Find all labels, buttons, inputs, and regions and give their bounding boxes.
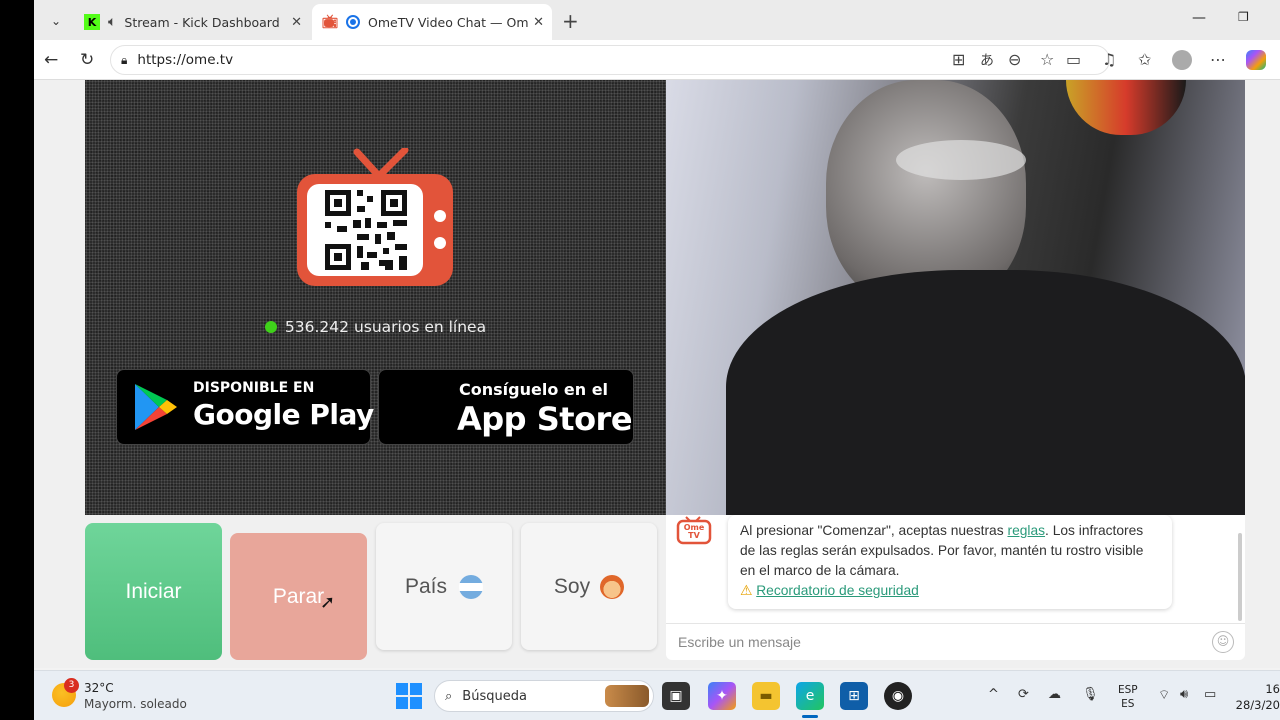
battery-icon[interactable]: ▭ <box>1204 687 1216 702</box>
search-highlight-image <box>605 685 649 707</box>
search-icon: ⌕ <box>445 688 453 704</box>
clock[interactable]: 16 28/3/20 <box>1234 681 1280 713</box>
windows-start-icon[interactable] <box>396 683 422 709</box>
tab-kick-dashboard[interactable]: K 🔈︎ Stream - Kick Dashboard ✕ <box>74 4 310 40</box>
cloud-icon[interactable]: ☁ <box>1048 687 1061 702</box>
search-placeholder: Búsqueda <box>462 688 527 704</box>
gender-label: Soy <box>553 574 591 598</box>
mouse-cursor-icon: ➚ <box>320 592 336 613</box>
refresh-icon[interactable]: ↻ <box>80 50 94 70</box>
copilot-icon[interactable] <box>1246 50 1266 70</box>
task-view-icon[interactable]: ▣ <box>662 682 690 710</box>
message-placeholder: Escribe un mensaje <box>678 634 801 650</box>
new-tab-icon[interactable]: + <box>562 9 579 33</box>
restore-icon[interactable]: ❐ <box>1238 10 1249 24</box>
start-button[interactable]: Iniciar <box>85 523 222 660</box>
translate-icon[interactable]: あ <box>980 50 994 70</box>
google-play-button[interactable]: DISPONIBLE EN Google Play <box>116 369 374 445</box>
taskbar-search[interactable]: ⌕ Búsqueda <box>434 680 654 712</box>
google-play-icon <box>135 384 177 430</box>
warning-icon: ⚠ <box>740 583 753 598</box>
copilot-taskbar-icon[interactable]: ✦ <box>708 682 736 710</box>
active-app-indicator <box>802 715 818 718</box>
apps-icon[interactable]: ⊞ <box>952 50 965 69</box>
lock-icon: 🔒︎ <box>121 52 128 67</box>
microphone-icon[interactable]: 🎙︎ <box>1082 687 1099 702</box>
windows-taskbar: 3 32°C Mayorm. soleado ⌕ Búsqueda ▣ ✦ ▬ … <box>34 670 1280 720</box>
close-tab-icon[interactable]: ✕ <box>533 15 544 30</box>
stop-button[interactable]: Parar <box>230 533 367 660</box>
tab-title: OmeTV Video Chat — Omegl <box>368 14 528 30</box>
online-users-counter: 536.242 usuarios en línea <box>85 318 666 336</box>
country-label: País <box>404 574 448 598</box>
local-video-pane: 536.242 usuarios en línea DISPONIBLE EN … <box>85 80 666 515</box>
google-play-line1: DISPONIBLE EN <box>193 380 315 396</box>
app-store-button[interactable]: Consíguelo en el App Store <box>378 369 634 445</box>
url-text: https://ome.tv <box>137 52 234 68</box>
obs-icon[interactable]: ◉ <box>884 682 912 710</box>
kick-icon: K <box>84 14 100 30</box>
rules-notice: Al presionar "Comenzar", aceptas nuestra… <box>728 515 1172 609</box>
app-store-line2: App Store <box>457 400 633 438</box>
address-bar: ← ↻ 🔒︎ https://ome.tv ⊞ あ ⊖ ☆ ▭ ♫ ✩ ⋯ <box>34 40 1280 80</box>
language-indicator[interactable]: ESP ES <box>1118 683 1138 711</box>
tab-ometv[interactable]: 📺︎ OmeTV Video Chat — Omegl ✕ <box>312 4 552 40</box>
ometv-chat-logo-icon: Ome TV <box>676 515 712 545</box>
clock-date: 28/3/20 <box>1235 698 1280 712</box>
settings-more-icon[interactable]: ⋯ <box>1210 50 1226 69</box>
chat-scrollbar[interactable] <box>1238 533 1242 621</box>
chat-panel: Ome TV Al presionar "Comenzar", aceptas n… <box>666 515 1245 660</box>
tv-qr-code-icon[interactable] <box>295 148 455 293</box>
edge-icon[interactable]: e <box>796 682 824 710</box>
safety-reminder-link[interactable]: Recordatorio de seguridad <box>756 583 919 598</box>
country-button[interactable]: País <box>376 523 512 650</box>
sync-icon[interactable]: ⟳ <box>1018 687 1029 702</box>
weather-temp: 32°C <box>84 681 114 695</box>
back-icon[interactable]: ← <box>44 50 58 70</box>
volume-icon[interactable]: 🔊︎ <box>1180 687 1188 702</box>
wifi-icon[interactable]: ⌔ <box>1158 687 1170 703</box>
static-noise <box>85 80 666 515</box>
weather-badge: 3 <box>64 678 79 693</box>
argentina-flag-icon <box>459 574 484 599</box>
weather-desc: Mayorm. soleado <box>84 697 187 711</box>
remote-person-body <box>726 270 1245 515</box>
favorite-star-icon[interactable]: ☆ <box>1040 50 1054 69</box>
favorites-icon[interactable]: ✩ <box>1138 50 1151 69</box>
media-control-icon[interactable]: ♫ <box>1102 50 1116 69</box>
remote-video-pane <box>666 80 1245 515</box>
camera-permission-icon[interactable]: ▭ <box>1066 50 1081 69</box>
boy-emoji-icon <box>600 574 625 599</box>
online-label: usuarios en línea <box>353 318 487 336</box>
notice-text-before: Al presionar "Comenzar", aceptas nuestra… <box>740 523 1008 538</box>
tab-title: Stream - Kick Dashboard <box>124 14 280 30</box>
ometv-page: 536.242 usuarios en línea DISPONIBLE EN … <box>34 80 1280 668</box>
google-play-line2: Google Play <box>193 398 374 431</box>
store-icon[interactable]: ⊞ <box>840 682 868 710</box>
logo-tv: TV <box>688 531 700 540</box>
clock-time: 16 <box>1265 682 1280 696</box>
app-store-line1: Consíguelo en el <box>459 380 609 399</box>
recording-icon <box>346 15 360 29</box>
message-input[interactable]: Escribe un mensaje <box>666 623 1245 660</box>
lang-line1: ESP <box>1118 684 1138 696</box>
ometv-favicon: 📺︎ <box>321 14 339 30</box>
remote-hand <box>896 140 1026 180</box>
emoji-picker-icon[interactable]: ☺ <box>1212 631 1234 653</box>
rules-link[interactable]: reglas <box>1007 523 1045 538</box>
browser-tab-bar: ⌄ K 🔈︎ Stream - Kick Dashboard ✕ 📺︎ OmeT… <box>34 0 1280 40</box>
speaker-icon: 🔈︎ <box>108 14 117 30</box>
lang-line2: ES <box>1121 698 1135 710</box>
profile-avatar[interactable] <box>1172 50 1192 70</box>
minimize-icon[interactable]: — <box>1192 10 1206 26</box>
more-tools-icon[interactable]: ⊖ <box>1008 50 1021 69</box>
tab-actions-menu-icon[interactable]: ⌄ <box>44 10 68 32</box>
online-count: 536.242 <box>284 318 349 336</box>
online-status-dot <box>264 321 277 333</box>
close-tab-icon[interactable]: ✕ <box>291 15 302 30</box>
file-explorer-icon[interactable]: ▬ <box>752 682 780 710</box>
show-hidden-icons-icon[interactable]: ^ <box>988 687 999 702</box>
screen: ⌄ K 🔈︎ Stream - Kick Dashboard ✕ 📺︎ OmeT… <box>34 0 1280 720</box>
gender-button[interactable]: Soy <box>521 523 657 650</box>
